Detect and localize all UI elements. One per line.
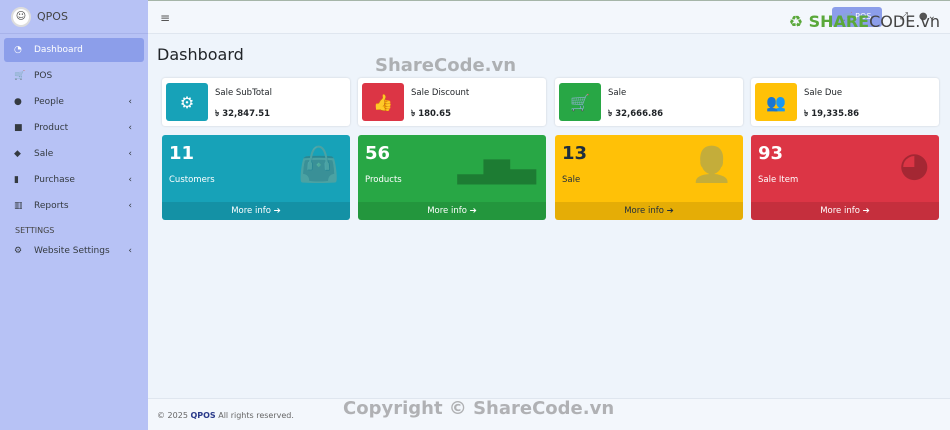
info-box-label: Sale Due bbox=[804, 88, 843, 98]
avatar: ☺ bbox=[11, 6, 31, 27]
small-box: 11 Customers 👜 More info ➔ bbox=[162, 135, 350, 220]
watermark-bottom: Copyright © ShareCode.vn bbox=[343, 398, 615, 419]
chevron-left-icon: ‹ bbox=[128, 175, 132, 185]
users-icon: 👥 bbox=[755, 83, 797, 121]
user-plus-icon: 👤 bbox=[690, 145, 733, 185]
small-box-number: 56 bbox=[365, 143, 391, 164]
sidebar-item-label: People bbox=[34, 97, 64, 107]
chevron-left-icon: ‹ bbox=[128, 246, 132, 256]
small-box-label: Sale Item bbox=[758, 175, 799, 185]
info-box: 👥 Sale Due ৳ 19,335.86 bbox=[751, 78, 939, 126]
info-box-value: ৳ 32,666.86 bbox=[608, 109, 664, 119]
sidebar-item-reports[interactable]: ▥ Reports ‹ bbox=[4, 194, 144, 218]
chart-bar-icon: ▥ bbox=[14, 201, 23, 211]
small-box: 93 Sale Item ◕ More info ➔ bbox=[751, 135, 939, 220]
shopping-cart-icon: 🛒 bbox=[559, 83, 601, 121]
info-box-value: ৳ 180.65 bbox=[411, 109, 451, 119]
sidebar-item-label: Product bbox=[34, 123, 69, 133]
small-box-number: 11 bbox=[169, 143, 195, 164]
page-title: Dashboard bbox=[157, 45, 244, 64]
chevron-left-icon: ‹ bbox=[128, 123, 132, 133]
user-circle-icon: ● bbox=[14, 97, 22, 107]
sidebar-item-label: Sale bbox=[34, 149, 54, 159]
shopping-bag-icon: ▮ bbox=[14, 175, 19, 185]
sidebar-item-pos[interactable]: 🛒 POS bbox=[4, 64, 144, 88]
sidebar-item-label: Website Settings bbox=[34, 246, 110, 256]
watermark-top: ShareCode.vn bbox=[375, 55, 517, 76]
sharecode-logo: ♻ SHARECODE.vn bbox=[788, 12, 940, 31]
info-box-value: ৳ 32,847.51 bbox=[215, 109, 271, 119]
sidebar-item-label: POS bbox=[34, 71, 53, 81]
sidebar-item-product[interactable]: ■ Product ‹ bbox=[4, 116, 144, 140]
sidebar-item-label: Dashboard bbox=[34, 45, 83, 55]
sidebar-item-dashboard[interactable]: ◔ Dashboard bbox=[4, 38, 144, 62]
menu-toggle-icon[interactable]: ≡ bbox=[160, 11, 170, 25]
info-box: 🛒 Sale ৳ 32,666.86 bbox=[555, 78, 743, 126]
sidebar-item-label: Reports bbox=[34, 201, 69, 211]
sidebar-item-website-settings[interactable]: ⚙ Website Settings ‹ bbox=[4, 239, 144, 263]
footer-brand-link[interactable]: QPOS bbox=[190, 411, 215, 420]
more-info-link[interactable]: More info ➔ bbox=[162, 202, 350, 220]
info-box-label: Sale bbox=[608, 88, 627, 98]
cart-plus-icon: 🛒 bbox=[14, 71, 26, 81]
more-info-link[interactable]: More info ➔ bbox=[358, 202, 546, 220]
small-box-label: Customers bbox=[169, 175, 215, 185]
small-box: 56 Products ▂▅▃ More info ➔ bbox=[358, 135, 546, 220]
chevron-left-icon: ‹ bbox=[128, 149, 132, 159]
sidebar-item-sale[interactable]: ◆ Sale ‹ bbox=[4, 142, 144, 166]
more-info-link[interactable]: More info ➔ bbox=[555, 202, 743, 220]
cog-icon: ⚙ bbox=[14, 246, 23, 256]
pie-chart-icon: ◕ bbox=[899, 145, 929, 185]
small-box-number: 93 bbox=[758, 143, 784, 164]
chevron-left-icon: ‹ bbox=[128, 201, 132, 211]
small-box-label: Sale bbox=[562, 175, 581, 185]
info-box-label: Sale SubTotal bbox=[215, 88, 272, 98]
small-box-label: Products bbox=[365, 175, 402, 185]
chart-bar-icon: ▂▅▃ bbox=[457, 145, 536, 185]
tachometer-icon: ◔ bbox=[14, 45, 22, 55]
chevron-left-icon: ‹ bbox=[128, 97, 132, 107]
thumbs-up-icon: 👍 bbox=[362, 83, 404, 121]
app-name: QPOS bbox=[37, 10, 68, 23]
sidebar-item-people[interactable]: ● People ‹ bbox=[4, 90, 144, 114]
sidebar-item-label: Purchase bbox=[34, 175, 75, 185]
brand[interactable]: ☺ QPOS bbox=[0, 0, 148, 34]
info-box-label: Sale Discount bbox=[411, 88, 470, 98]
sidebar-section-header: SETTINGS bbox=[15, 226, 55, 235]
small-box-number: 13 bbox=[562, 143, 588, 164]
info-box-value: ৳ 19,335.86 bbox=[804, 109, 860, 119]
shopping-bag-icon: 👜 bbox=[297, 145, 340, 185]
sidebar-nav: ◔ Dashboard 🛒 POS ● People ‹ ■ Product ‹ ◆ Sale ‹ ▮ Pu… bbox=[0, 34, 148, 269]
info-box: 👍 Sale Discount ৳ 180.65 bbox=[358, 78, 546, 126]
box-icon: ■ bbox=[14, 123, 23, 133]
more-info-link[interactable]: More info ➔ bbox=[751, 202, 939, 220]
info-box: ⚙ Sale SubTotal ৳ 32,847.51 bbox=[162, 78, 350, 126]
sidebar-item-purchase[interactable]: ▮ Purchase ‹ bbox=[4, 168, 144, 192]
sidebar: ☺ QPOS ◔ Dashboard 🛒 POS ● People ‹ ■ Product ‹ ◆ S… bbox=[0, 0, 148, 430]
cog-icon: ⚙ bbox=[166, 83, 208, 121]
small-box: 13 Sale 👤 More info ➔ bbox=[555, 135, 743, 220]
tags-icon: ◆ bbox=[14, 149, 21, 159]
